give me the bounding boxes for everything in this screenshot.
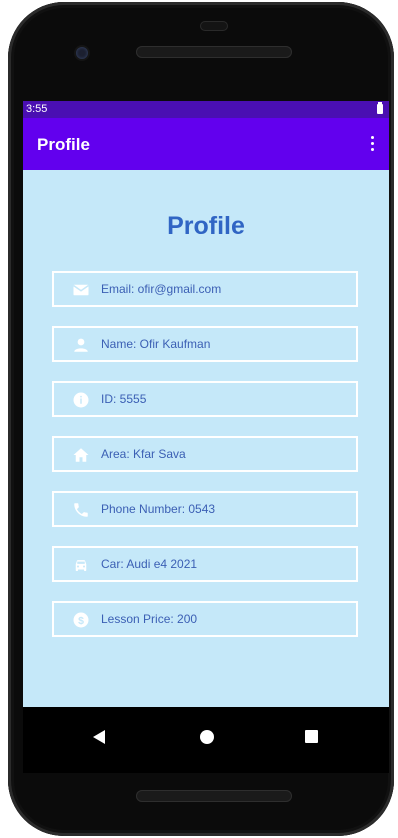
more-vert-icon[interactable] — [371, 136, 375, 152]
profile-field-area-text: Area: Kfar Sava — [101, 447, 186, 461]
email-icon — [73, 284, 89, 296]
car-icon — [75, 560, 87, 571]
device-screen: 3:55 Profile Profile Email: ofir@gmail.c… — [23, 101, 389, 773]
phone-frame: 3:55 Profile Profile Email: ofir@gmail.c… — [8, 2, 394, 836]
home-icon — [73, 448, 89, 462]
back-icon[interactable] — [93, 730, 105, 744]
earpiece-speaker — [136, 46, 292, 58]
recents-icon[interactable] — [305, 730, 318, 743]
profile-field-id: ID: 5555 — [52, 381, 358, 417]
battery-icon — [377, 102, 383, 114]
profile-field-email: Email: ofir@gmail.com — [52, 271, 358, 307]
profile-field-id-text: ID: 5555 — [101, 392, 147, 406]
status-bar: 3:55 — [23, 101, 389, 118]
page-heading: Profile — [167, 212, 245, 240]
info-icon — [73, 392, 89, 408]
dollar-icon: $ — [73, 612, 89, 628]
profile-field-car: Car: Audi e4 2021 — [52, 546, 358, 582]
bottom-speaker — [136, 790, 292, 802]
profile-content: Profile Email: ofir@gmail.com Name: Ofir… — [23, 170, 389, 707]
profile-field-phone-text: Phone Number: 0543 — [101, 502, 216, 516]
status-time: 3:55 — [26, 103, 48, 115]
front-camera — [76, 47, 88, 59]
profile-field-name: Name: Ofir Kaufman — [52, 326, 358, 362]
profile-field-name-text: Name: Ofir Kaufman — [101, 337, 211, 351]
profile-field-car-text: Car: Audi e4 2021 — [101, 557, 198, 571]
system-navigation-bar — [23, 707, 389, 773]
phone-icon — [74, 503, 88, 517]
proximity-sensor — [200, 21, 228, 31]
home-circle-icon[interactable] — [200, 730, 214, 744]
profile-field-lesson-price: $ Lesson Price: 200 — [52, 601, 358, 637]
profile-field-area: Area: Kfar Sava — [52, 436, 358, 472]
profile-field-phone: Phone Number: 0543 — [52, 491, 358, 527]
profile-field-lesson-price-text: Lesson Price: 200 — [101, 612, 198, 626]
app-bar-title: Profile — [37, 135, 90, 154]
svg-text:$: $ — [78, 615, 84, 627]
person-icon — [74, 338, 88, 352]
app-bar: Profile — [23, 118, 389, 170]
profile-field-email-text: Email: ofir@gmail.com — [101, 282, 222, 296]
